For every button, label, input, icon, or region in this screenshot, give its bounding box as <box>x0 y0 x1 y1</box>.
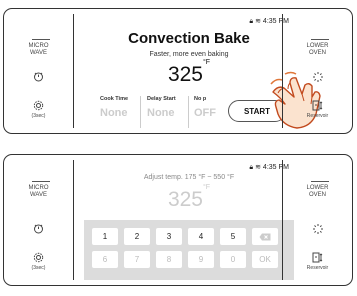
timer-icon[interactable] <box>4 71 73 85</box>
key-1[interactable]: 1 <box>92 228 118 245</box>
wifi-icon: ≋ <box>255 164 261 171</box>
option-label: Delay Start <box>147 96 176 102</box>
key-6[interactable]: 6 <box>92 251 118 268</box>
key-3[interactable]: 3 <box>156 228 182 245</box>
lower-oven-label-2: OVEN <box>308 192 326 198</box>
mode-subtitle: Faster, more even baking <box>149 51 229 58</box>
divider <box>32 181 50 182</box>
start-button[interactable]: START <box>228 100 286 122</box>
lower-oven-button[interactable]: LOWER OVEN <box>283 185 352 199</box>
key-2[interactable]: 2 <box>124 228 150 245</box>
right-side-panel: LOWER OVEN Reservoir <box>283 9 352 133</box>
reservoir-label: Reservoir <box>306 265 329 271</box>
option-value: None <box>100 107 128 119</box>
divider <box>32 39 50 40</box>
option-label: No p <box>194 96 207 102</box>
no-preheat-option[interactable]: No p OFF <box>194 96 224 119</box>
control-panel-bottom: MICRO WAVE (3sec) 🔒︎ ≋ 4:35 PM Adjust te… <box>3 154 353 286</box>
lower-oven-label: LOWER <box>306 185 329 191</box>
key-4[interactable]: 4 <box>188 228 214 245</box>
control-panel-top: MICRO WAVE (3sec) 🔒︎ ≋ 4:35 PM Convectio… <box>3 8 353 134</box>
temperature-entry: 325°F <box>84 184 294 212</box>
lock-icon: 🔒︎ <box>249 164 254 171</box>
settings-sub-label: (3sec) <box>31 113 46 119</box>
key-8[interactable]: 8 <box>156 251 182 268</box>
ok-button[interactable]: OK <box>252 251 278 268</box>
lock-icon: 🔒︎ <box>249 18 254 25</box>
divider <box>188 96 189 128</box>
gear-icon[interactable] <box>4 252 73 266</box>
microwave-label: MICRO <box>28 43 49 49</box>
mode-title: Convection Bake <box>128 30 250 47</box>
microwave-label-2: WAVE <box>29 192 47 198</box>
lower-oven-button[interactable]: LOWER OVEN <box>283 43 352 57</box>
reservoir-label: Reservoir <box>306 113 329 119</box>
lower-oven-label-2: OVEN <box>308 50 326 56</box>
divider <box>140 96 141 128</box>
key-0[interactable]: 0 <box>220 251 246 268</box>
gear-icon[interactable] <box>4 100 73 114</box>
temperature-value: 325 <box>167 188 203 211</box>
divider <box>311 181 329 182</box>
microwave-button[interactable]: MICRO WAVE <box>4 185 73 199</box>
light-icon[interactable] <box>283 71 352 86</box>
main-screen: 🔒︎ ≋ 4:35 PM Convection Bake Faster, mor… <box>84 14 321 129</box>
adjust-range-text: Adjust temp. 175 °F ~ 550 °F <box>143 174 235 181</box>
lower-oven-label: LOWER <box>306 43 329 49</box>
reservoir-icon[interactable] <box>283 252 352 266</box>
option-value: OFF <box>194 107 216 119</box>
key-5[interactable]: 5 <box>220 228 246 245</box>
microwave-label-2: WAVE <box>29 50 47 56</box>
microwave-label: MICRO <box>28 185 49 191</box>
light-icon[interactable] <box>283 223 352 238</box>
temperature-value: 325 <box>167 63 203 86</box>
reservoir-icon[interactable] <box>283 100 352 114</box>
delay-start-option[interactable]: Delay Start None <box>147 96 189 119</box>
numeric-keypad: 1 2 3 4 5 6 7 8 9 0 OK <box>84 220 294 280</box>
cook-time-option[interactable]: Cook Time None <box>100 96 142 119</box>
key-9[interactable]: 9 <box>188 251 214 268</box>
divider <box>73 160 75 280</box>
temperature-unit: °F <box>202 59 211 66</box>
right-side-panel: LOWER OVEN Reservoir <box>283 155 352 285</box>
settings-sub-label: (3sec) <box>31 265 46 271</box>
temperature-unit: °F <box>202 184 211 191</box>
left-side-panel: MICRO WAVE (3sec) <box>4 9 73 133</box>
divider <box>311 39 329 40</box>
temperature-display[interactable]: 325°F <box>84 59 294 87</box>
option-label: Cook Time <box>100 96 129 102</box>
wifi-icon: ≋ <box>255 18 261 25</box>
divider <box>73 14 75 128</box>
main-screen: 🔒︎ ≋ 4:35 PM Adjust temp. 175 °F ~ 550 °… <box>84 160 294 280</box>
key-7[interactable]: 7 <box>124 251 150 268</box>
left-side-panel: MICRO WAVE (3sec) <box>4 155 73 285</box>
timer-icon[interactable] <box>4 223 73 237</box>
microwave-button[interactable]: MICRO WAVE <box>4 43 73 57</box>
backspace-icon[interactable] <box>252 228 278 245</box>
option-value: None <box>147 107 175 119</box>
